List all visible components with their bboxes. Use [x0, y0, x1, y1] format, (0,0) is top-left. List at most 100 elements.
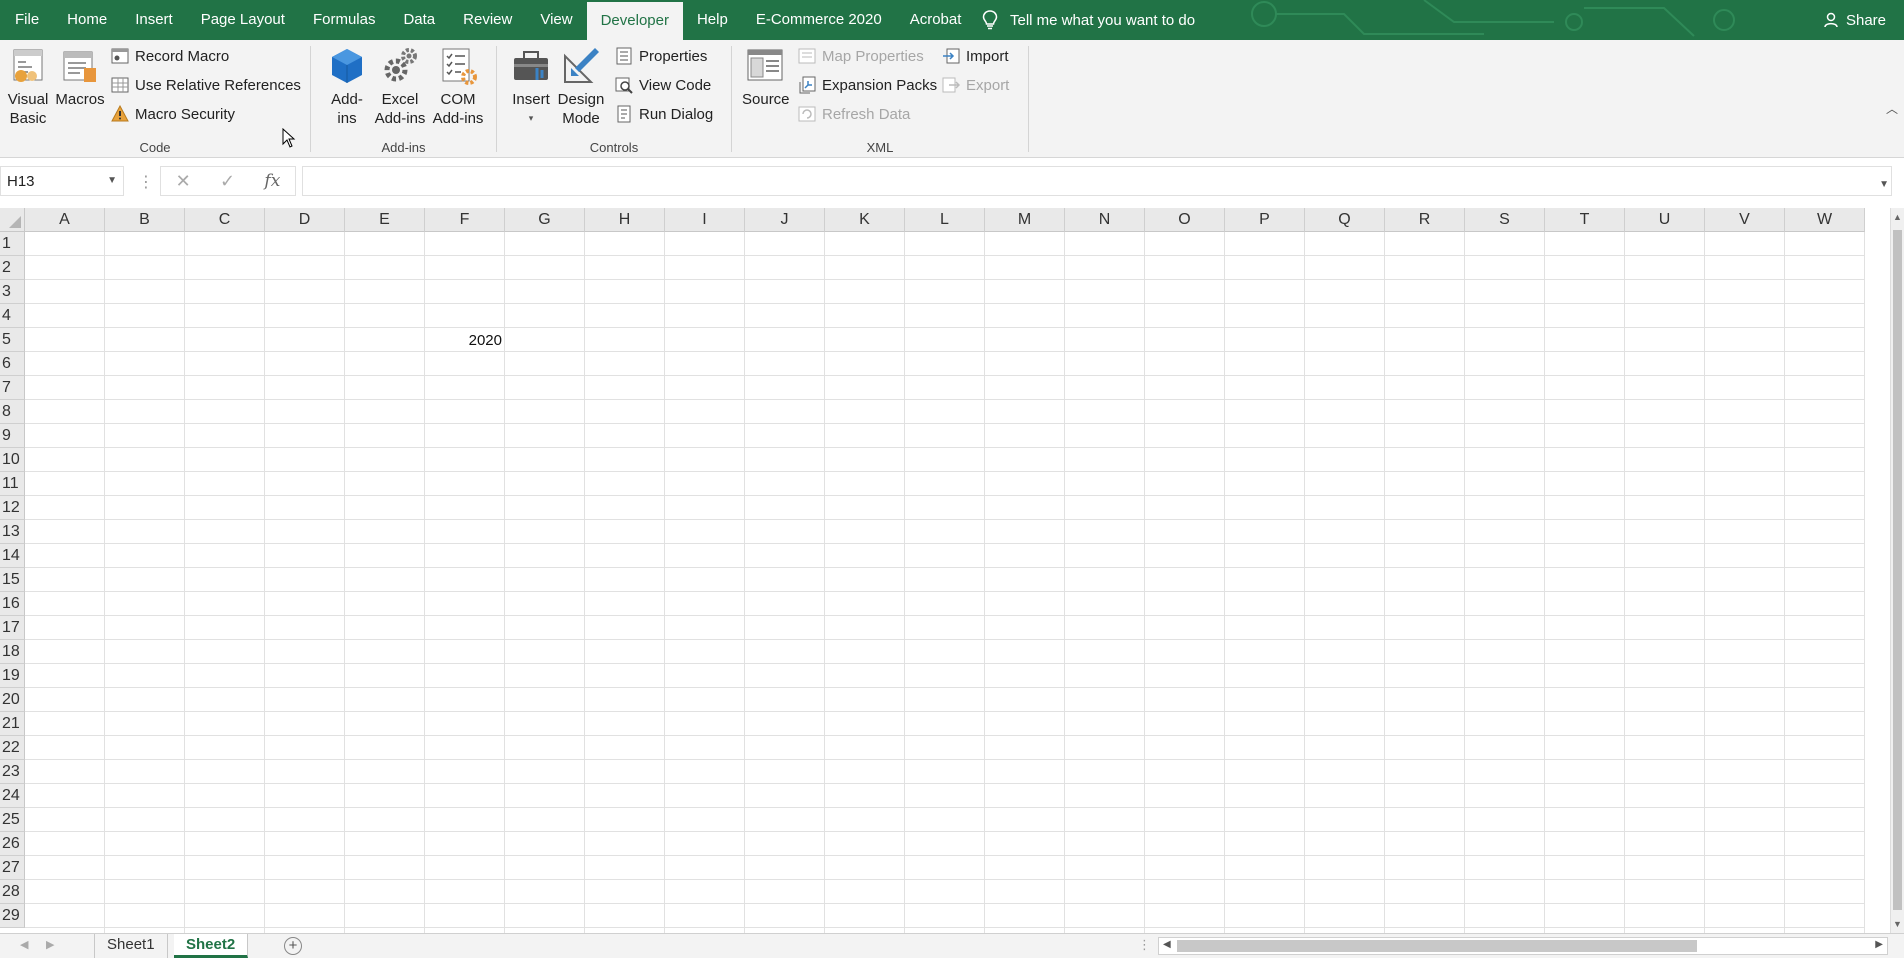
addins-button[interactable]: Add- ins [325, 46, 369, 128]
column-header-i[interactable]: I [665, 208, 745, 232]
scroll-up-icon[interactable]: ▲ [1893, 212, 1902, 222]
run-dialog-button[interactable]: Run Dialog [615, 102, 713, 126]
tab-view[interactable]: View [526, 0, 586, 40]
row-header-11[interactable]: 11 [0, 472, 25, 496]
row-header-21[interactable]: 21 [0, 712, 25, 736]
share-button[interactable]: Share [1824, 0, 1886, 40]
row-header-7[interactable]: 7 [0, 376, 25, 400]
tab-e-commerce-2020[interactable]: E-Commerce 2020 [742, 0, 896, 40]
tab-formulas[interactable]: Formulas [299, 0, 390, 40]
scroll-tabs-left-icon[interactable]: ◀ [20, 938, 28, 951]
properties-button[interactable]: Properties [615, 44, 707, 68]
row-header-2[interactable]: 2 [0, 256, 25, 280]
export-button[interactable]: Export [942, 73, 1009, 97]
row-header-9[interactable]: 9 [0, 424, 25, 448]
row-header-29[interactable]: 29 [0, 904, 25, 928]
column-header-d[interactable]: D [265, 208, 345, 232]
row-header-4[interactable]: 4 [0, 304, 25, 328]
scroll-down-icon[interactable]: ▼ [1893, 919, 1902, 929]
record-macro-button[interactable]: Record Macro [111, 44, 229, 68]
row-header-12[interactable]: 12 [0, 496, 25, 520]
chevron-down-icon[interactable]: ▼ [107, 175, 117, 186]
row-header-27[interactable]: 27 [0, 856, 25, 880]
row-header-3[interactable]: 3 [0, 280, 25, 304]
import-button[interactable]: Import [942, 44, 1009, 68]
insert-control-button[interactable]: Insert ▾ [509, 46, 553, 128]
row-header-15[interactable]: 15 [0, 568, 25, 592]
column-header-r[interactable]: R [1385, 208, 1465, 232]
column-header-q[interactable]: Q [1305, 208, 1385, 232]
tab-insert[interactable]: Insert [121, 0, 187, 40]
view-code-button[interactable]: View Code [615, 73, 711, 97]
splitter-handle-icon[interactable]: ⋮ [138, 172, 154, 192]
row-header-28[interactable]: 28 [0, 880, 25, 904]
column-header-a[interactable]: A [25, 208, 105, 232]
column-header-e[interactable]: E [345, 208, 425, 232]
vertical-scroll-thumb[interactable] [1893, 230, 1902, 910]
row-header-6[interactable]: 6 [0, 352, 25, 376]
column-header-u[interactable]: U [1625, 208, 1705, 232]
add-sheet-icon[interactable]: + [284, 937, 302, 955]
tab-data[interactable]: Data [389, 0, 449, 40]
excel-addins-button[interactable]: Excel Add-ins [371, 46, 429, 128]
cell-f5[interactable]: 2020 [425, 328, 505, 352]
column-header-v[interactable]: V [1705, 208, 1785, 232]
row-header-16[interactable]: 16 [0, 592, 25, 616]
vertical-scrollbar[interactable]: ▲ ▼ [1890, 208, 1904, 933]
horizontal-scrollbar[interactable]: ◀ ▶ [1158, 937, 1888, 955]
column-header-c[interactable]: C [185, 208, 265, 232]
expand-formula-bar-icon[interactable]: ▼ [1879, 179, 1889, 190]
row-header-25[interactable]: 25 [0, 808, 25, 832]
row-header-20[interactable]: 20 [0, 688, 25, 712]
select-all-corner[interactable] [0, 208, 25, 232]
scroll-left-icon[interactable]: ◀ [1163, 939, 1171, 950]
com-addins-button[interactable]: COM Add-ins [429, 46, 487, 128]
row-header-14[interactable]: 14 [0, 544, 25, 568]
row-header-23[interactable]: 23 [0, 760, 25, 784]
column-header-f[interactable]: F [425, 208, 505, 232]
tab-developer[interactable]: Developer [586, 0, 683, 40]
name-box[interactable]: H13 ▼ [0, 166, 124, 196]
row-header-18[interactable]: 18 [0, 640, 25, 664]
column-header-j[interactable]: J [745, 208, 825, 232]
sheet-tab-sheet2[interactable]: Sheet2 [174, 934, 249, 958]
row-header-10[interactable]: 10 [0, 448, 25, 472]
column-header-g[interactable]: G [505, 208, 585, 232]
sheet-tab-sheet1[interactable]: Sheet1 [94, 934, 168, 958]
design-mode-button[interactable]: Design Mode [557, 46, 605, 128]
row-header-13[interactable]: 13 [0, 520, 25, 544]
row-header-26[interactable]: 26 [0, 832, 25, 856]
use-relative-references-button[interactable]: Use Relative References [111, 73, 301, 97]
cancel-icon[interactable]: ✕ [176, 171, 191, 192]
formula-input[interactable]: ▼ [302, 166, 1892, 196]
tab-help[interactable]: Help [683, 0, 742, 40]
enter-check-icon[interactable]: ✓ [220, 171, 235, 192]
visual-basic-button[interactable]: Visual Basic [4, 46, 52, 128]
column-header-n[interactable]: N [1065, 208, 1145, 232]
tab-splitter-icon[interactable]: ⋮ [1138, 937, 1151, 953]
row-header-5[interactable]: 5 [0, 328, 25, 352]
row-header-8[interactable]: 8 [0, 400, 25, 424]
column-header-w[interactable]: W [1785, 208, 1865, 232]
expansion-packs-button[interactable]: Expansion Packs [798, 73, 937, 97]
source-button[interactable]: Source [742, 46, 790, 109]
tab-home[interactable]: Home [53, 0, 121, 40]
tab-acrobat[interactable]: Acrobat [896, 0, 976, 40]
tell-me-box[interactable]: Tell me what you want to do [982, 0, 1195, 40]
row-header-24[interactable]: 24 [0, 784, 25, 808]
column-header-p[interactable]: P [1225, 208, 1305, 232]
scroll-tabs-right-icon[interactable]: ▶ [46, 938, 54, 951]
map-properties-button[interactable]: Map Properties [798, 44, 924, 68]
row-header-1[interactable]: 1 [0, 232, 25, 256]
tab-review[interactable]: Review [449, 0, 526, 40]
column-header-t[interactable]: T [1545, 208, 1625, 232]
refresh-data-button[interactable]: Refresh Data [798, 102, 910, 126]
tab-file[interactable]: File [0, 0, 53, 40]
macros-button[interactable]: Macros [54, 46, 106, 109]
column-header-o[interactable]: O [1145, 208, 1225, 232]
column-header-h[interactable]: H [585, 208, 665, 232]
column-header-s[interactable]: S [1465, 208, 1545, 232]
column-header-l[interactable]: L [905, 208, 985, 232]
horizontal-scroll-thumb[interactable] [1177, 940, 1697, 952]
scroll-right-icon[interactable]: ▶ [1875, 939, 1883, 950]
